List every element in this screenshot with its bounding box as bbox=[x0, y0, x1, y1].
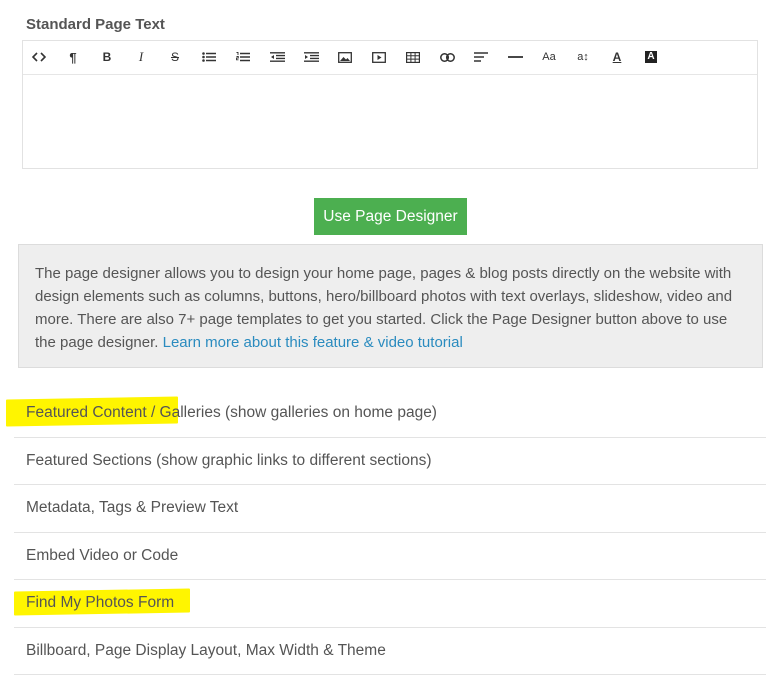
paragraph-icon[interactable]: ¶ bbox=[62, 47, 84, 67]
accordion-item-embed-video[interactable]: Embed Video or Code bbox=[14, 533, 766, 580]
editor-toolbar: ¶ B I S Aa a↕ A A bbox=[23, 41, 757, 75]
font-size-icon[interactable]: Aa bbox=[538, 47, 560, 67]
line-height-icon[interactable]: a↕ bbox=[572, 47, 594, 67]
accordion-item-label: Embed Video or Code bbox=[26, 546, 179, 564]
accordion-item-featured-content[interactable]: Featured Content / Galleries (show galle… bbox=[6, 390, 766, 438]
table-icon[interactable] bbox=[402, 47, 424, 67]
accordion-item-label: Find My Photos Form bbox=[26, 594, 175, 611]
align-icon[interactable] bbox=[470, 47, 492, 67]
image-icon[interactable] bbox=[334, 47, 356, 67]
use-page-designer-button[interactable]: Use Page Designer bbox=[314, 198, 467, 235]
code-view-icon[interactable] bbox=[28, 47, 50, 67]
numbered-list-icon[interactable] bbox=[232, 47, 254, 67]
bold-icon[interactable]: B bbox=[96, 47, 118, 67]
horizontal-rule-icon[interactable] bbox=[504, 47, 526, 67]
bullet-list-icon[interactable] bbox=[198, 47, 220, 67]
video-icon[interactable] bbox=[368, 47, 390, 67]
accordion-item-label: Featured Content / Galleries (show galle… bbox=[26, 404, 437, 421]
settings-accordion: Featured Content / Galleries (show galle… bbox=[6, 390, 766, 675]
rich-text-editor: ¶ B I S Aa a↕ A A bbox=[22, 40, 758, 169]
accordion-item-find-my-photos[interactable]: Find My Photos Form bbox=[14, 580, 766, 628]
learn-more-link[interactable]: Learn more about this feature & video tu… bbox=[163, 334, 463, 351]
editor-text-area[interactable] bbox=[23, 75, 757, 170]
background-color-icon[interactable]: A bbox=[640, 47, 662, 67]
indent-icon[interactable] bbox=[300, 47, 322, 67]
accordion-item-label: Metadata, Tags & Preview Text bbox=[26, 499, 239, 516]
accordion-item-featured-sections[interactable]: Featured Sections (show graphic links to… bbox=[14, 438, 766, 485]
accordion-item-metadata[interactable]: Metadata, Tags & Preview Text bbox=[14, 485, 766, 533]
outdent-icon[interactable] bbox=[266, 47, 288, 67]
accordion-item-label: Featured Sections (show graphic links to… bbox=[26, 451, 432, 469]
strikethrough-icon[interactable]: S bbox=[164, 47, 186, 67]
section-title: Standard Page Text bbox=[26, 16, 165, 33]
link-icon[interactable] bbox=[436, 47, 458, 67]
accordion-item-label: Billboard, Page Display Layout, Max Widt… bbox=[26, 641, 386, 659]
page-designer-info: The page designer allows you to design y… bbox=[18, 244, 763, 368]
font-color-icon[interactable]: A bbox=[606, 47, 628, 67]
italic-icon[interactable]: I bbox=[130, 47, 152, 67]
accordion-item-billboard-layout[interactable]: Billboard, Page Display Layout, Max Widt… bbox=[14, 628, 766, 675]
